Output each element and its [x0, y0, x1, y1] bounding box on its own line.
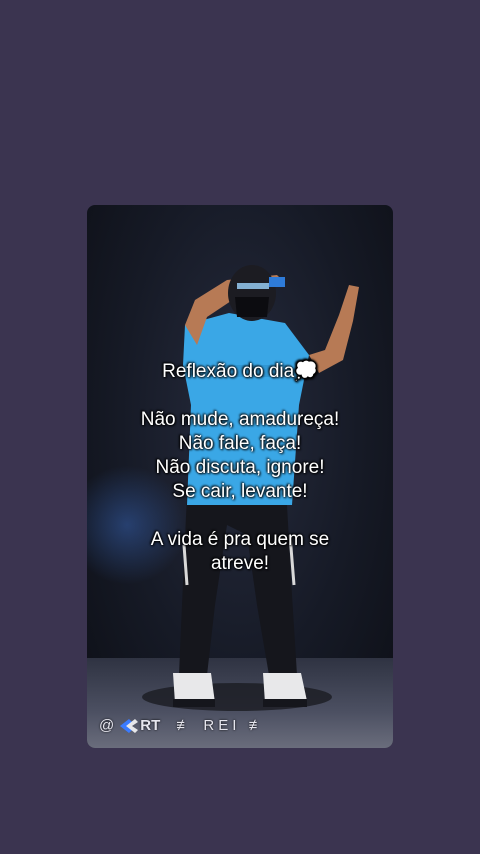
- video-card[interactable]: Reflexão do dia💭 Não mude, amadureça! Nã…: [87, 205, 393, 748]
- caption-title: Reflexão do dia💭: [162, 361, 318, 382]
- caption-text: Reflexão do dia💭 Não mude, amadureça! Nã…: [87, 360, 393, 576]
- watermark-name: ≢ REI ≢: [176, 717, 268, 734]
- watermark-at: @: [99, 717, 119, 734]
- caption-line: Não discuta, ignore!: [155, 457, 325, 478]
- logo-icon: [120, 718, 139, 733]
- creator-watermark: @ RT ≢ REI ≢: [99, 717, 268, 734]
- caption-closing-line: A vida é pra quem se: [150, 529, 330, 550]
- caption-line: Não mude, amadureça!: [140, 409, 340, 430]
- caption-closing-line: atreve!: [210, 553, 270, 574]
- watermark-rt: RT: [140, 717, 161, 734]
- caption-line: Se cair, levante!: [172, 481, 308, 502]
- caption-line: Não fale, faça!: [178, 433, 302, 454]
